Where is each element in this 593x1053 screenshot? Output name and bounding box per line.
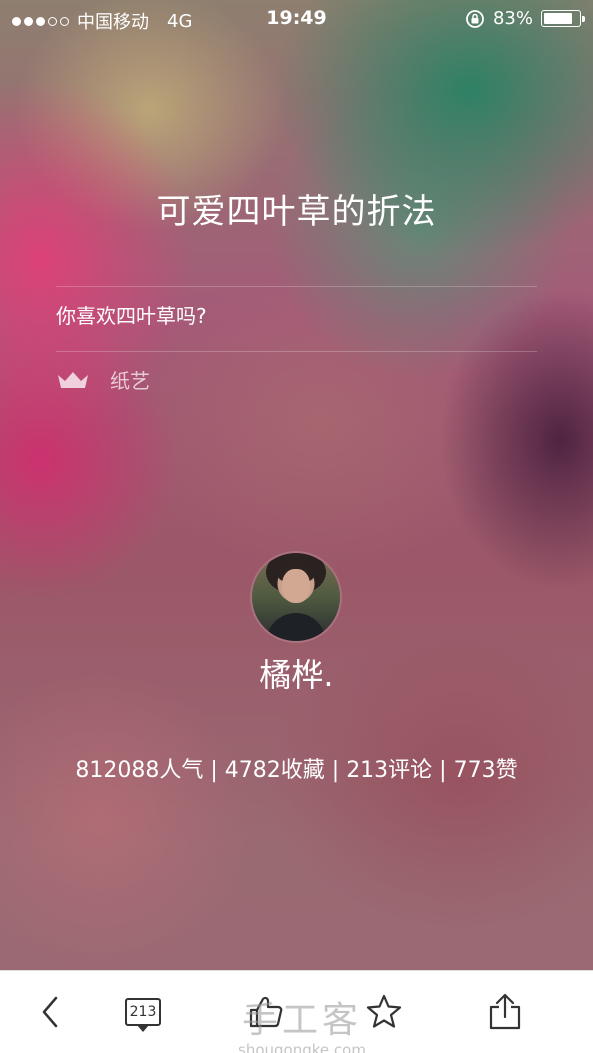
star-icon [366, 994, 402, 1028]
crown-icon [58, 371, 88, 388]
blurred-background-image [0, 0, 593, 1053]
battery-percent: 83% [492, 8, 533, 29]
back-button[interactable] [20, 971, 80, 1053]
author-name[interactable]: 橘桦. [0, 650, 593, 696]
author-avatar[interactable] [252, 553, 340, 641]
status-bar: 中国移动 4G 19:49 83% [0, 0, 593, 40]
bottom-toolbar: 213 [0, 970, 593, 1053]
divider-bottom [56, 351, 537, 352]
stats-line: 812088人气 | 4782收藏 | 213评论 | 773赞 [75, 758, 518, 783]
article-description: 你喜欢四叶草吗? [56, 304, 207, 328]
share-button[interactable] [474, 971, 536, 1053]
category-label: 纸艺 [110, 369, 150, 393]
screen: 中国移动 4G 19:49 83% 可爱四叶草的折法 你喜欢四叶草吗? 纸艺 橘… [0, 0, 593, 1053]
like-button[interactable] [236, 971, 296, 1053]
favorite-button[interactable] [354, 971, 414, 1053]
thumbs-up-icon [249, 996, 283, 1028]
status-right: 83% [465, 8, 585, 29]
battery-icon [541, 10, 585, 27]
category-tag[interactable]: 纸艺 [56, 365, 150, 394]
article-title: 可爱四叶草的折法 [156, 192, 437, 232]
chevron-left-icon [42, 996, 58, 1028]
share-icon [489, 993, 521, 1030]
comments-button[interactable]: 213 [112, 971, 174, 1053]
comment-icon: 213 [125, 998, 161, 1032]
battery-level [544, 13, 573, 24]
comment-count: 213 [129, 1004, 157, 1020]
divider-top [56, 286, 537, 287]
orientation-lock-icon [466, 9, 484, 28]
